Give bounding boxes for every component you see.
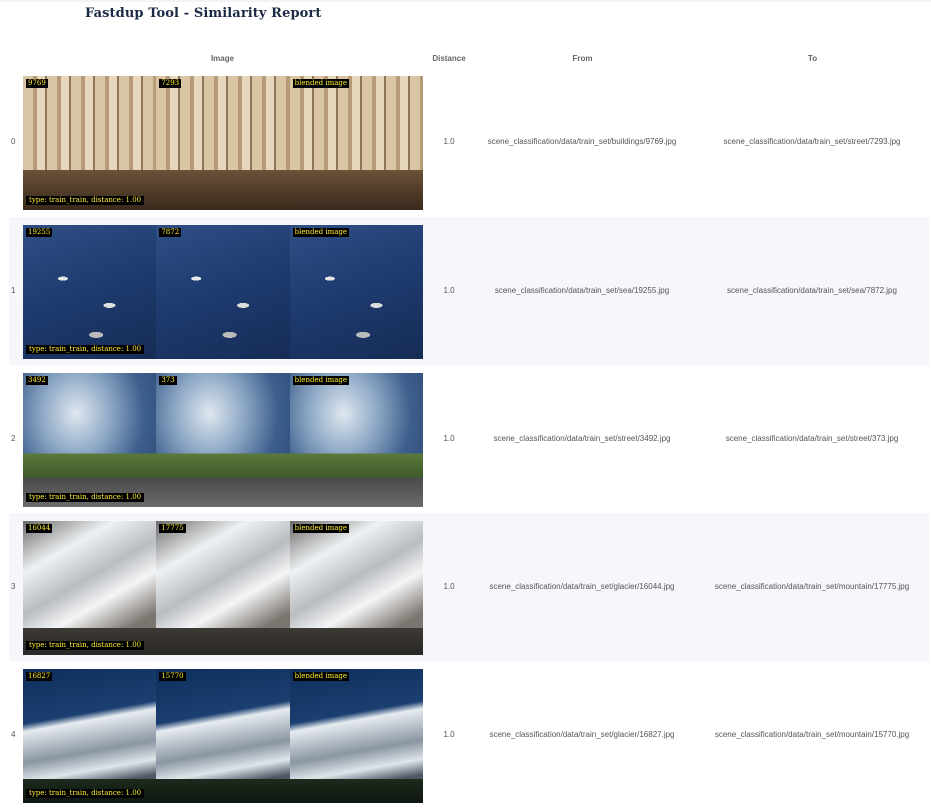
similarity-image[interactable]: 9769 type: train_train, distance: 1.00 729… [23, 76, 423, 210]
from-path-cell: scene_classification/data/train_set/glac… [489, 730, 675, 739]
from-path-cell: scene_classification/data/train_set/buil… [487, 137, 677, 146]
similarity-image[interactable]: 3492 type: train_train, distance: 1.00 373… [23, 373, 423, 507]
image-id-label: 7293 [159, 79, 182, 88]
image-id-label: 17775 [159, 524, 186, 533]
distance-cell: 1.0 [443, 582, 455, 591]
table-row: 3 16044 type: train_train, distance: 1.00 1… [9, 513, 929, 661]
table-row: 2 3492 type: train_train, distance: 1.00 37… [9, 365, 929, 513]
table-row: 1 19255 type: train_train, distance: 1.00 7… [9, 217, 929, 365]
from-image-panel: 19255 type: train_train, distance: 1.00 [23, 225, 157, 359]
row-index: 2 [11, 434, 16, 443]
blended-image-label: blended image [292, 524, 350, 533]
image-id-label: 16827 [26, 672, 53, 681]
to-path-cell: scene_classification/data/train_set/moun… [714, 582, 910, 591]
blended-image-panel: blended image [289, 373, 423, 507]
to-image-panel: 15770 [156, 669, 290, 803]
column-header-from: From [572, 54, 593, 63]
similarity-image[interactable]: 16044 type: train_train, distance: 1.00 17… [23, 521, 423, 655]
to-path-cell: scene_classification/data/train_set/stre… [723, 137, 901, 146]
image-id-label: 15770 [159, 672, 186, 681]
to-image-panel: 17775 [156, 521, 290, 655]
row-index: 3 [11, 582, 16, 591]
distance-cell: 1.0 [443, 286, 455, 295]
to-path-cell: scene_classification/data/train_set/stre… [725, 434, 899, 443]
row-index: 0 [11, 137, 16, 146]
image-id-label: 373 [159, 376, 177, 385]
to-path-cell: scene_classification/data/train_set/moun… [714, 730, 910, 739]
from-image-panel: 16044 type: train_train, distance: 1.00 [23, 521, 157, 655]
image-caption: type: train_train, distance: 1.00 [26, 789, 145, 798]
blended-image-panel: blended image [289, 76, 423, 210]
table-row: 0 9769 type: train_train, distance: 1.00 72… [9, 68, 929, 216]
blended-image-label: blended image [292, 376, 350, 385]
image-caption: type: train_train, distance: 1.00 [26, 641, 145, 650]
top-divider [0, 0, 931, 2]
distance-cell: 1.0 [443, 434, 455, 443]
blended-image-label: blended image [292, 79, 350, 88]
image-id-label: 19255 [26, 228, 53, 237]
from-path-cell: scene_classification/data/train_set/glac… [489, 582, 675, 591]
image-caption: type: train_train, distance: 1.00 [26, 196, 145, 205]
from-image-panel: 16827 type: train_train, distance: 1.00 [23, 669, 157, 803]
image-id-label: 16044 [26, 524, 53, 533]
from-path-cell: scene_classification/data/train_set/stre… [493, 434, 671, 443]
image-id-label: 9769 [26, 79, 48, 88]
blended-image-label: blended image [292, 672, 350, 681]
to-path-cell: scene_classification/data/train_set/sea/… [727, 286, 897, 295]
to-image-panel: 7293 [156, 76, 290, 210]
blended-image-label: blended image [292, 228, 350, 237]
distance-cell: 1.0 [443, 137, 455, 146]
from-image-panel: 9769 type: train_train, distance: 1.00 [23, 76, 157, 210]
similarity-image[interactable]: 16827 type: train_train, distance: 1.00 15… [23, 669, 423, 803]
column-header-to: To [807, 54, 818, 63]
blended-image-panel: blended image [289, 225, 423, 359]
table-row: 4 16827 type: train_train, distance: 1.00 1… [9, 661, 929, 809]
image-caption: type: train_train, distance: 1.00 [26, 493, 145, 502]
page-title: Fastdup Tool - Similarity Report [85, 6, 322, 21]
distance-cell: 1.0 [443, 730, 455, 739]
column-header-distance: Distance [432, 54, 466, 63]
image-id-label: 3492 [26, 376, 48, 385]
blended-image-panel: blended image [289, 669, 423, 803]
row-index: 1 [11, 286, 16, 295]
row-index: 4 [11, 730, 16, 739]
to-image-panel: 373 [156, 373, 290, 507]
from-path-cell: scene_classification/data/train_set/sea/… [494, 286, 670, 295]
column-header-image: Image [210, 54, 235, 63]
to-image-panel: 7872 [156, 225, 290, 359]
image-caption: type: train_train, distance: 1.00 [26, 345, 145, 354]
from-image-panel: 3492 type: train_train, distance: 1.00 [23, 373, 157, 507]
image-id-label: 7872 [159, 228, 182, 237]
blended-image-panel: blended image [289, 521, 423, 655]
similarity-image[interactable]: 19255 type: train_train, distance: 1.00 78… [23, 225, 423, 359]
